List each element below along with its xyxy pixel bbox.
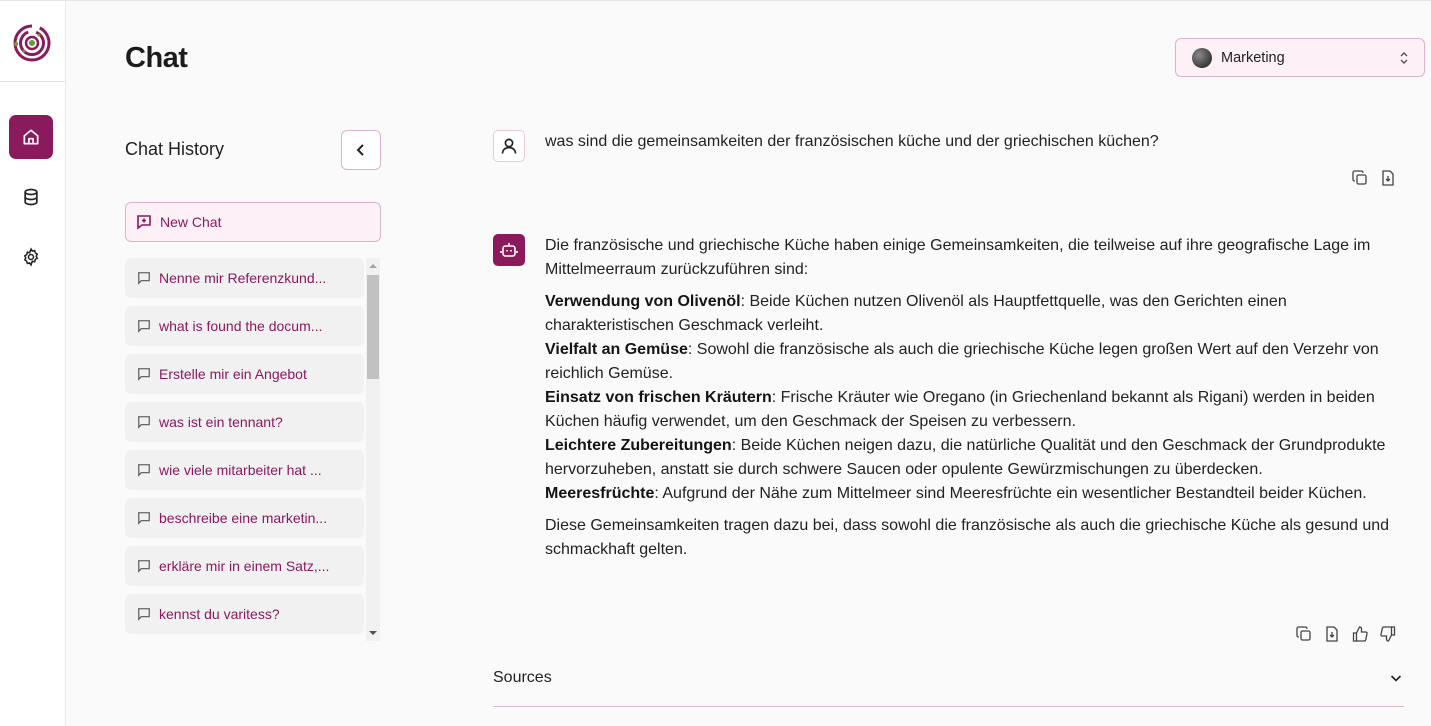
history-item[interactable]: erkläre mir in einem Satz,... [125, 546, 364, 586]
bot-point: Leichtere Zubereitungen: Beide Küchen ne… [545, 437, 1385, 478]
user-icon [501, 138, 517, 154]
history-item-label: was ist ein tennant? [159, 414, 283, 430]
history-item-label: Erstelle mir ein Angebot [159, 366, 307, 382]
user-message-actions [1352, 170, 1396, 186]
message-icon [138, 416, 150, 429]
workspace-select[interactable]: Marketing [1175, 38, 1425, 77]
message-icon [138, 608, 150, 621]
message-icon [138, 272, 150, 285]
history-item[interactable]: kennst du varitess? [125, 594, 364, 634]
bot-message: Die französische und griechische Küche h… [545, 234, 1410, 570]
chat-history-list: Nenne mir Referenzkund... what is found … [125, 258, 381, 641]
database-icon [24, 188, 38, 206]
bot-point-title: Meeresfrüchte [545, 485, 655, 502]
nav-rail [0, 1, 66, 726]
bot-point-title: Einsatz von frischen Kräutern [545, 389, 772, 406]
bot-avatar [493, 234, 525, 266]
bot-point-title: Vielfalt an Gemüse [545, 341, 688, 358]
sources-accordion[interactable]: Sources [493, 660, 1404, 707]
page-title: Chat [125, 42, 188, 74]
chevron-up-down-icon [1400, 51, 1408, 64]
home-icon [23, 129, 39, 145]
copy-icon[interactable] [1352, 170, 1368, 186]
history-item[interactable]: wie viele mitarbeiter hat ... [125, 450, 364, 490]
history-item-label: beschreibe eine marketin... [159, 510, 328, 526]
rail-database-button[interactable] [9, 175, 53, 219]
chevron-down-icon [1390, 675, 1402, 682]
history-item-label: kennst du varitess? [159, 606, 280, 622]
message-icon [138, 464, 150, 477]
bot-point: Einsatz von frischen Kräutern: Frische K… [545, 389, 1375, 430]
bot-point-title: Verwendung von Olivenöl [545, 293, 741, 310]
message-icon [138, 320, 150, 333]
bot-intro: Die französische und griechische Küche h… [545, 237, 1371, 278]
history-item[interactable]: Erstelle mir ein Angebot [125, 354, 364, 394]
history-item-label: what is found the docum... [159, 318, 323, 334]
history-item-label: wie viele mitarbeiter hat ... [159, 462, 322, 478]
user-avatar [493, 130, 525, 162]
workspace-select-value: Marketing [1221, 49, 1285, 66]
message-icon [138, 512, 150, 525]
bot-point-text: : Aufgrund der Nähe zum Mittelmeer sind … [654, 485, 1367, 502]
robot-icon [500, 243, 518, 257]
chat-history-title: Chat History [125, 139, 225, 159]
bot-conclusion: Diese Gemeinsamkeiten tragen dazu bei, d… [545, 517, 1390, 558]
bot-point: Meeresfrüchte: Aufgrund der Nähe zum Mit… [545, 485, 1367, 502]
chevron-left-icon [356, 144, 364, 156]
rail-home-button[interactable] [9, 115, 53, 159]
rail-divider [0, 81, 65, 82]
export-file-icon[interactable] [1324, 626, 1340, 642]
bot-point: Verwendung von Olivenöl: Beide Küchen nu… [545, 293, 1287, 334]
gear-icon [23, 247, 39, 267]
top-border [0, 0, 1431, 1]
thumbs-up-icon[interactable] [1352, 626, 1368, 642]
bot-message-actions [1296, 626, 1396, 642]
user-message: was sind die gemeinsamkeiten der französ… [545, 133, 1159, 150]
message-icon [138, 368, 150, 381]
history-item[interactable]: what is found the docum... [125, 306, 364, 346]
bot-points: Verwendung von Olivenöl: Beide Küchen nu… [545, 290, 1410, 506]
history-item[interactable]: Nenne mir Referenzkund... [125, 258, 364, 298]
thumbs-down-icon[interactable] [1380, 626, 1396, 642]
scroll-down-arrow-icon[interactable] [369, 631, 377, 635]
sources-label: Sources [493, 669, 552, 686]
message-icon [138, 560, 150, 573]
history-item[interactable]: was ist ein tennant? [125, 402, 364, 442]
bot-point: Vielfalt an Gemüse: Sowohl die französis… [545, 341, 1379, 382]
new-chat-label: New Chat [160, 214, 222, 230]
history-item[interactable]: beschreibe eine marketin... [125, 498, 364, 538]
workspace-avatar [1192, 47, 1212, 68]
export-file-icon[interactable] [1380, 170, 1396, 186]
copy-icon[interactable] [1296, 626, 1312, 642]
message-plus-icon [137, 215, 151, 230]
history-scrollbar-thumb[interactable] [367, 275, 379, 379]
bot-point-title: Leichtere Zubereitungen [545, 437, 732, 454]
history-item-label: Nenne mir Referenzkund... [159, 270, 327, 286]
history-item-label: erkläre mir in einem Satz,... [159, 558, 330, 574]
new-chat-button[interactable]: New Chat [125, 202, 381, 242]
collapse-history-button[interactable] [341, 130, 381, 170]
scroll-up-arrow-icon[interactable] [369, 264, 377, 268]
spiral-logo-icon[interactable] [12, 23, 52, 63]
rail-settings-button[interactable] [9, 235, 53, 279]
